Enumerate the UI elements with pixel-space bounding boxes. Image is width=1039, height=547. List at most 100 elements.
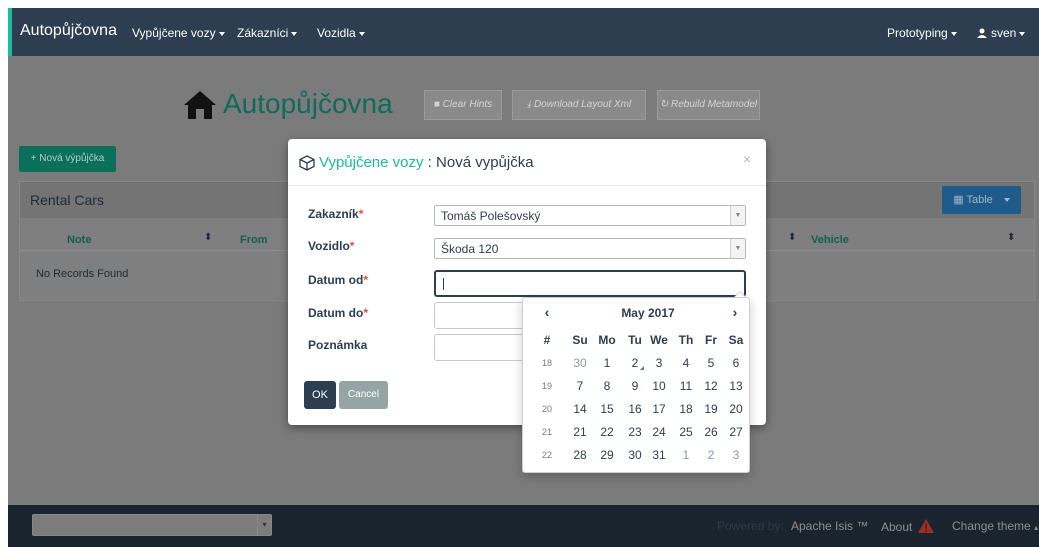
weekday-header: We — [650, 333, 668, 347]
sort-icon[interactable]: ⬍ — [788, 232, 796, 243]
trash-icon: ■ — [433, 99, 443, 110]
calendar-day[interactable]: 5 — [699, 353, 723, 373]
datepicker-pointer-inner — [735, 292, 745, 297]
calendar-day[interactable]: 18 — [674, 399, 698, 419]
calendar-day[interactable]: 24 — [647, 422, 671, 442]
top-navbar: Autopůjčovna Vypůjčene vozy Zákazníci Vo… — [8, 8, 1039, 56]
menu-user[interactable]: sven — [977, 26, 1026, 40]
column-header-vehicle[interactable]: Vehicle — [811, 234, 849, 246]
calendar-day[interactable]: 29 — [595, 445, 619, 465]
calendar-day[interactable]: 14 — [568, 399, 592, 419]
calendar-day[interactable]: 2 — [699, 445, 723, 465]
clear-hints-button[interactable]: ■ Clear Hints — [424, 90, 502, 120]
close-icon[interactable]: × — [743, 151, 751, 167]
calendar-day[interactable]: 2 — [623, 353, 647, 373]
panel-title: Rental Cars — [30, 192, 104, 208]
vozidlo-label: Vozidlo* — [308, 239, 355, 253]
calendar-day[interactable]: 3 — [724, 445, 748, 465]
chevron-down-icon — [291, 31, 298, 36]
dialog-header: Vypůjčene vozy : Nová vypůjčka × — [288, 139, 766, 186]
datum-od-input[interactable] — [434, 270, 746, 297]
sort-icon[interactable]: ⬍ — [1007, 232, 1015, 243]
calendar-day[interactable]: 27 — [724, 422, 748, 442]
calendar-day[interactable]: 8 — [595, 376, 619, 396]
weekday-header: Sa — [728, 333, 744, 347]
week-number: 22 — [541, 450, 552, 460]
menu-vozidla[interactable]: Vozidla — [317, 26, 365, 40]
weekday-header: Mo — [598, 333, 616, 347]
calendar-day[interactable]: 25 — [674, 422, 698, 442]
calendar-day[interactable]: 11 — [674, 376, 698, 396]
calendar-day[interactable]: 6 — [724, 353, 748, 373]
calendar-day[interactable]: 9 — [623, 376, 647, 396]
datum-do-input[interactable] — [434, 302, 524, 329]
refresh-icon: ↻ — [659, 99, 671, 110]
poznamka-input[interactable] — [434, 334, 524, 361]
change-theme-link[interactable]: Change theme ▴ — [952, 519, 1038, 533]
calendar-day[interactable]: 30 — [623, 445, 647, 465]
prev-month-icon[interactable]: ‹ — [537, 304, 557, 320]
calendar-day[interactable]: 28 — [568, 445, 592, 465]
navbar-brand[interactable]: Autopůjčovna — [20, 22, 117, 40]
sort-icon[interactable]: ⬍ — [204, 232, 212, 243]
calendar-day[interactable]: 1 — [595, 353, 619, 373]
calendar-day[interactable]: 10 — [647, 376, 671, 396]
calendar-day[interactable]: 31 — [647, 445, 671, 465]
poznamka-label: Poznámka — [308, 338, 368, 352]
datepicker-month[interactable]: May 2017 — [593, 306, 703, 320]
chevron-down-icon: ▼ — [730, 239, 745, 258]
calendar-day[interactable]: 12 — [699, 376, 723, 396]
menu-zakaznici[interactable]: Zákazníci — [237, 26, 298, 40]
powered-by-label: Powered by: — [717, 519, 784, 533]
calendar-day[interactable]: 22 — [595, 422, 619, 442]
datum-od-label: Datum od* — [308, 273, 369, 287]
dialog-title-link[interactable]: Vypůjčene vozy — [319, 154, 424, 171]
footer-select[interactable]: ▾ — [32, 514, 272, 536]
weekday-header: Tu — [628, 333, 642, 347]
calendar-day[interactable]: 17 — [647, 399, 671, 419]
zakaznik-label: Zakazník* — [308, 207, 364, 221]
calendar-day[interactable]: 15 — [595, 399, 619, 419]
ok-button[interactable]: OK — [304, 381, 336, 409]
vozidlo-select[interactable]: Škoda 120 ▼ — [434, 238, 746, 259]
calendar-day[interactable]: 21 — [568, 422, 592, 442]
calendar-day[interactable]: 23 — [623, 422, 647, 442]
weekday-header: Th — [678, 333, 694, 347]
user-icon — [977, 28, 987, 38]
calendar-day[interactable]: 26 — [699, 422, 723, 442]
cancel-button[interactable]: Cancel — [339, 381, 388, 409]
calendar-day[interactable]: 7 — [568, 376, 592, 396]
dialog-title: Vypůjčene vozy : Nová vypůjčka — [319, 154, 534, 171]
chevron-down-icon — [1019, 31, 1026, 36]
next-month-icon[interactable]: › — [725, 304, 745, 320]
download-layout-xml-button[interactable]: ⤓ Download Layout Xml — [512, 90, 646, 120]
weekday-header: Fr — [705, 333, 717, 347]
calendar-day[interactable]: 16 — [623, 399, 647, 419]
calendar-day[interactable]: 20 — [724, 399, 748, 419]
about-link[interactable]: About — [881, 519, 934, 534]
nova-vypujcka-button[interactable]: + Nová výpůjčka — [19, 146, 116, 172]
view-table-button[interactable]: ▦ Table — [942, 186, 1021, 214]
zakaznik-select[interactable]: Tomáš Polešovský ▼ — [434, 205, 746, 226]
calendar-day[interactable]: 30 — [568, 353, 592, 373]
plus-icon: + — [30, 153, 40, 164]
empty-message: No Records Found — [36, 268, 129, 280]
week-number: 20 — [541, 404, 552, 414]
calendar-day[interactable]: 19 — [699, 399, 723, 419]
today-marker — [640, 366, 644, 370]
calendar-day[interactable]: 1 — [674, 445, 698, 465]
column-header-note[interactable]: Note — [67, 234, 91, 246]
column-header-from[interactable]: From — [240, 234, 268, 246]
menu-prototyping[interactable]: Prototyping — [887, 26, 957, 40]
chevron-up-icon: ▴ — [1034, 523, 1039, 532]
calendar-day[interactable]: 3 — [647, 353, 671, 373]
menu-vypujcene-vozy[interactable]: Vypůjčene vozy — [132, 26, 225, 40]
calendar-day[interactable]: 4 — [674, 353, 698, 373]
home-icon — [184, 91, 216, 119]
chevron-down-icon — [218, 31, 225, 36]
calendar-day[interactable]: 13 — [724, 376, 748, 396]
apache-isis-link[interactable]: Apache Isis ™ — [791, 519, 868, 533]
weekday-header: Su — [572, 333, 588, 347]
week-number: 21 — [541, 427, 552, 437]
rebuild-metamodel-button[interactable]: ↻ Rebuild Metamodel — [657, 90, 760, 120]
